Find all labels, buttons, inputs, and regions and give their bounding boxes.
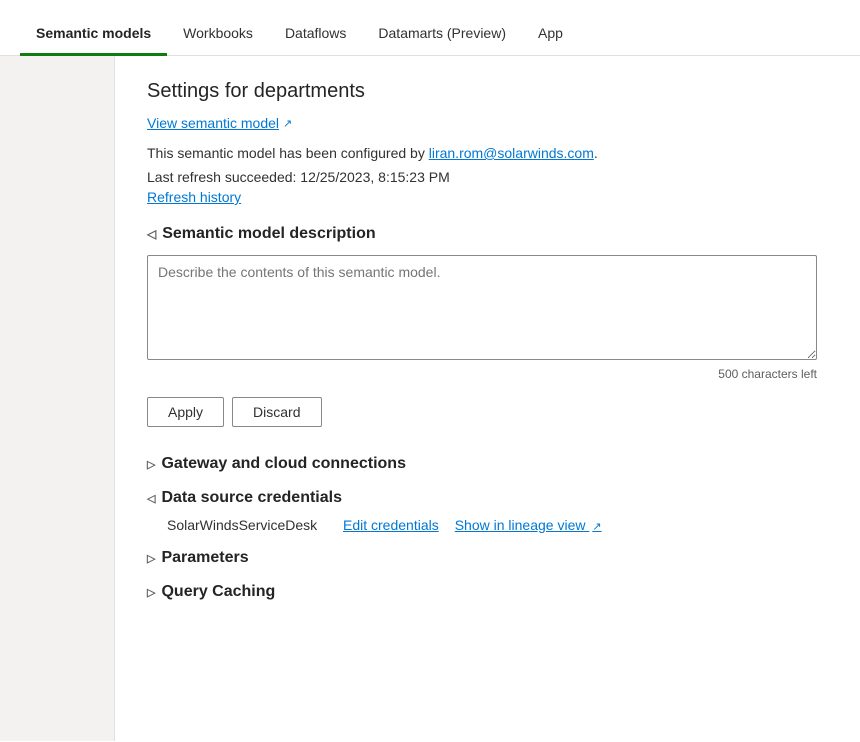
credentials-collapse-icon: ◁: [147, 492, 155, 505]
description-section: ◁ Semantic model description 500 charact…: [147, 225, 828, 381]
main-content: Settings for departments View semantic m…: [115, 56, 860, 741]
lineage-external-icon: ↗: [592, 521, 601, 533]
external-link-icon: ↗: [283, 117, 292, 130]
show-lineage-link[interactable]: Show in lineage view ↗: [455, 517, 602, 533]
configured-by-text: This semantic model has been configured …: [147, 145, 828, 161]
page-title: Settings for departments: [147, 80, 828, 103]
top-navigation: Semantic models Workbooks Dataflows Data…: [0, 0, 860, 56]
char-count: 500 characters left: [147, 367, 817, 381]
tab-dataflows[interactable]: Dataflows: [269, 25, 362, 56]
query-caching-collapse-icon: ▷: [147, 586, 155, 599]
query-caching-section-header[interactable]: ▷ Query Caching: [147, 583, 828, 601]
description-collapse-icon: ◁: [147, 227, 156, 241]
view-semantic-model-container: View semantic model ↗: [147, 115, 292, 131]
configured-by-suffix: .: [594, 145, 598, 161]
credentials-row: SolarWindsServiceDesk Edit credentials S…: [167, 517, 828, 533]
parameters-section-header[interactable]: ▷ Parameters: [147, 549, 828, 567]
parameters-section: ▷ Parameters: [147, 549, 828, 567]
credentials-section: ◁ Data source credentials SolarWindsServ…: [147, 489, 828, 533]
description-textarea[interactable]: [147, 255, 817, 360]
refresh-history-link[interactable]: Refresh history: [147, 189, 828, 205]
view-semantic-model-link[interactable]: View semantic model: [147, 115, 279, 131]
lineage-link-text: Show in lineage view: [455, 517, 586, 533]
tab-datamarts[interactable]: Datamarts (Preview): [362, 25, 522, 56]
configured-by-prefix: This semantic model has been configured …: [147, 145, 429, 161]
apply-button[interactable]: Apply: [147, 397, 224, 427]
page-layout: Settings for departments View semantic m…: [0, 56, 860, 741]
description-section-header[interactable]: ◁ Semantic model description: [147, 225, 828, 243]
gateway-section-title: Gateway and cloud connections: [161, 455, 406, 473]
discard-button[interactable]: Discard: [232, 397, 321, 427]
parameters-collapse-icon: ▷: [147, 552, 155, 565]
tab-app[interactable]: App: [522, 25, 579, 56]
query-caching-section-title: Query Caching: [161, 583, 275, 601]
credentials-section-header[interactable]: ◁ Data source credentials: [147, 489, 828, 507]
credentials-section-title: Data source credentials: [161, 489, 342, 507]
query-caching-section: ▷ Query Caching: [147, 583, 828, 601]
gateway-section: ▷ Gateway and cloud connections: [147, 455, 828, 473]
tab-semantic-models[interactable]: Semantic models: [20, 25, 167, 56]
credentials-source-name: SolarWindsServiceDesk: [167, 517, 327, 533]
edit-credentials-link[interactable]: Edit credentials: [343, 517, 439, 533]
tab-workbooks[interactable]: Workbooks: [167, 25, 269, 56]
gateway-collapse-icon: ▷: [147, 458, 155, 471]
gateway-section-header[interactable]: ▷ Gateway and cloud connections: [147, 455, 828, 473]
sidebar: [0, 56, 115, 741]
last-refresh-status: Last refresh succeeded: 12/25/2023, 8:15…: [147, 169, 828, 185]
configured-by-email[interactable]: liran.rom@solarwinds.com: [429, 145, 594, 161]
parameters-section-title: Parameters: [161, 549, 248, 567]
action-buttons: Apply Discard: [147, 397, 828, 427]
description-section-title: Semantic model description: [162, 225, 375, 243]
